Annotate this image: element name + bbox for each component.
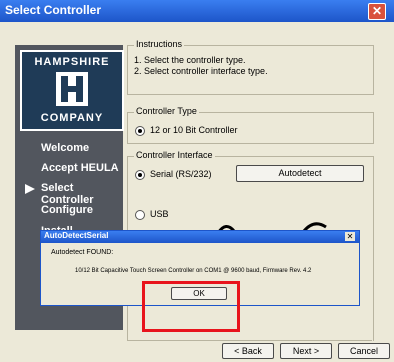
logo-bottom-text: COMPANY <box>40 112 104 124</box>
instructions-group: Instructions 1. Select the controller ty… <box>127 39 374 95</box>
window-title: Select Controller <box>5 3 102 17</box>
instruction-line-2: 2. Select controller interface type. <box>134 66 268 76</box>
controller-type-title: Controller Type <box>134 106 199 116</box>
title-bar: Select Controller ✕ <box>0 0 394 22</box>
hampshire-logo: HAMPSHIRE COMPANY <box>20 50 124 131</box>
select-controller-window: Select Controller ✕ HAMPSHIRE COMPANY We… <box>0 0 394 362</box>
controller-interface-title: Controller Interface <box>134 150 215 160</box>
close-icon[interactable]: ✕ <box>368 3 386 20</box>
dialog-title-bar: AutoDetectSerial ✕ <box>41 231 359 243</box>
controller-type-group: Controller Type 12 or 10 Bit Controller <box>127 106 374 144</box>
dialog-close-icon[interactable]: ✕ <box>345 232 355 241</box>
logo-top-text: HAMPSHIRE <box>34 56 110 68</box>
controller-type-label: 12 or 10 Bit Controller <box>150 125 238 135</box>
logo-h-mark <box>56 72 88 106</box>
dialog-message: 10/12 Bit Capacitive Touch Screen Contro… <box>75 268 312 274</box>
instructions-title: Instructions <box>134 39 185 49</box>
current-step-arrow-icon <box>25 184 35 194</box>
serial-radio[interactable] <box>135 170 145 180</box>
usb-radio[interactable] <box>135 210 145 220</box>
instruction-line-1: 1. Select the controller type. <box>134 55 246 65</box>
next-button[interactable]: Next > <box>280 343 332 359</box>
dialog-title: AutoDetectSerial <box>44 231 109 240</box>
autodetect-button[interactable]: Autodetect <box>236 165 364 182</box>
bottom-divider <box>127 340 372 341</box>
highlight-box <box>142 281 240 332</box>
usb-label: USB <box>150 209 169 219</box>
serial-label: Serial (RS/232) <box>150 169 212 179</box>
controller-type-radio[interactable] <box>135 126 145 136</box>
cancel-button[interactable]: Cancel <box>338 343 390 359</box>
back-button[interactable]: < Back <box>222 343 274 359</box>
dialog-found-label: Autodetect FOUND: <box>51 249 114 256</box>
